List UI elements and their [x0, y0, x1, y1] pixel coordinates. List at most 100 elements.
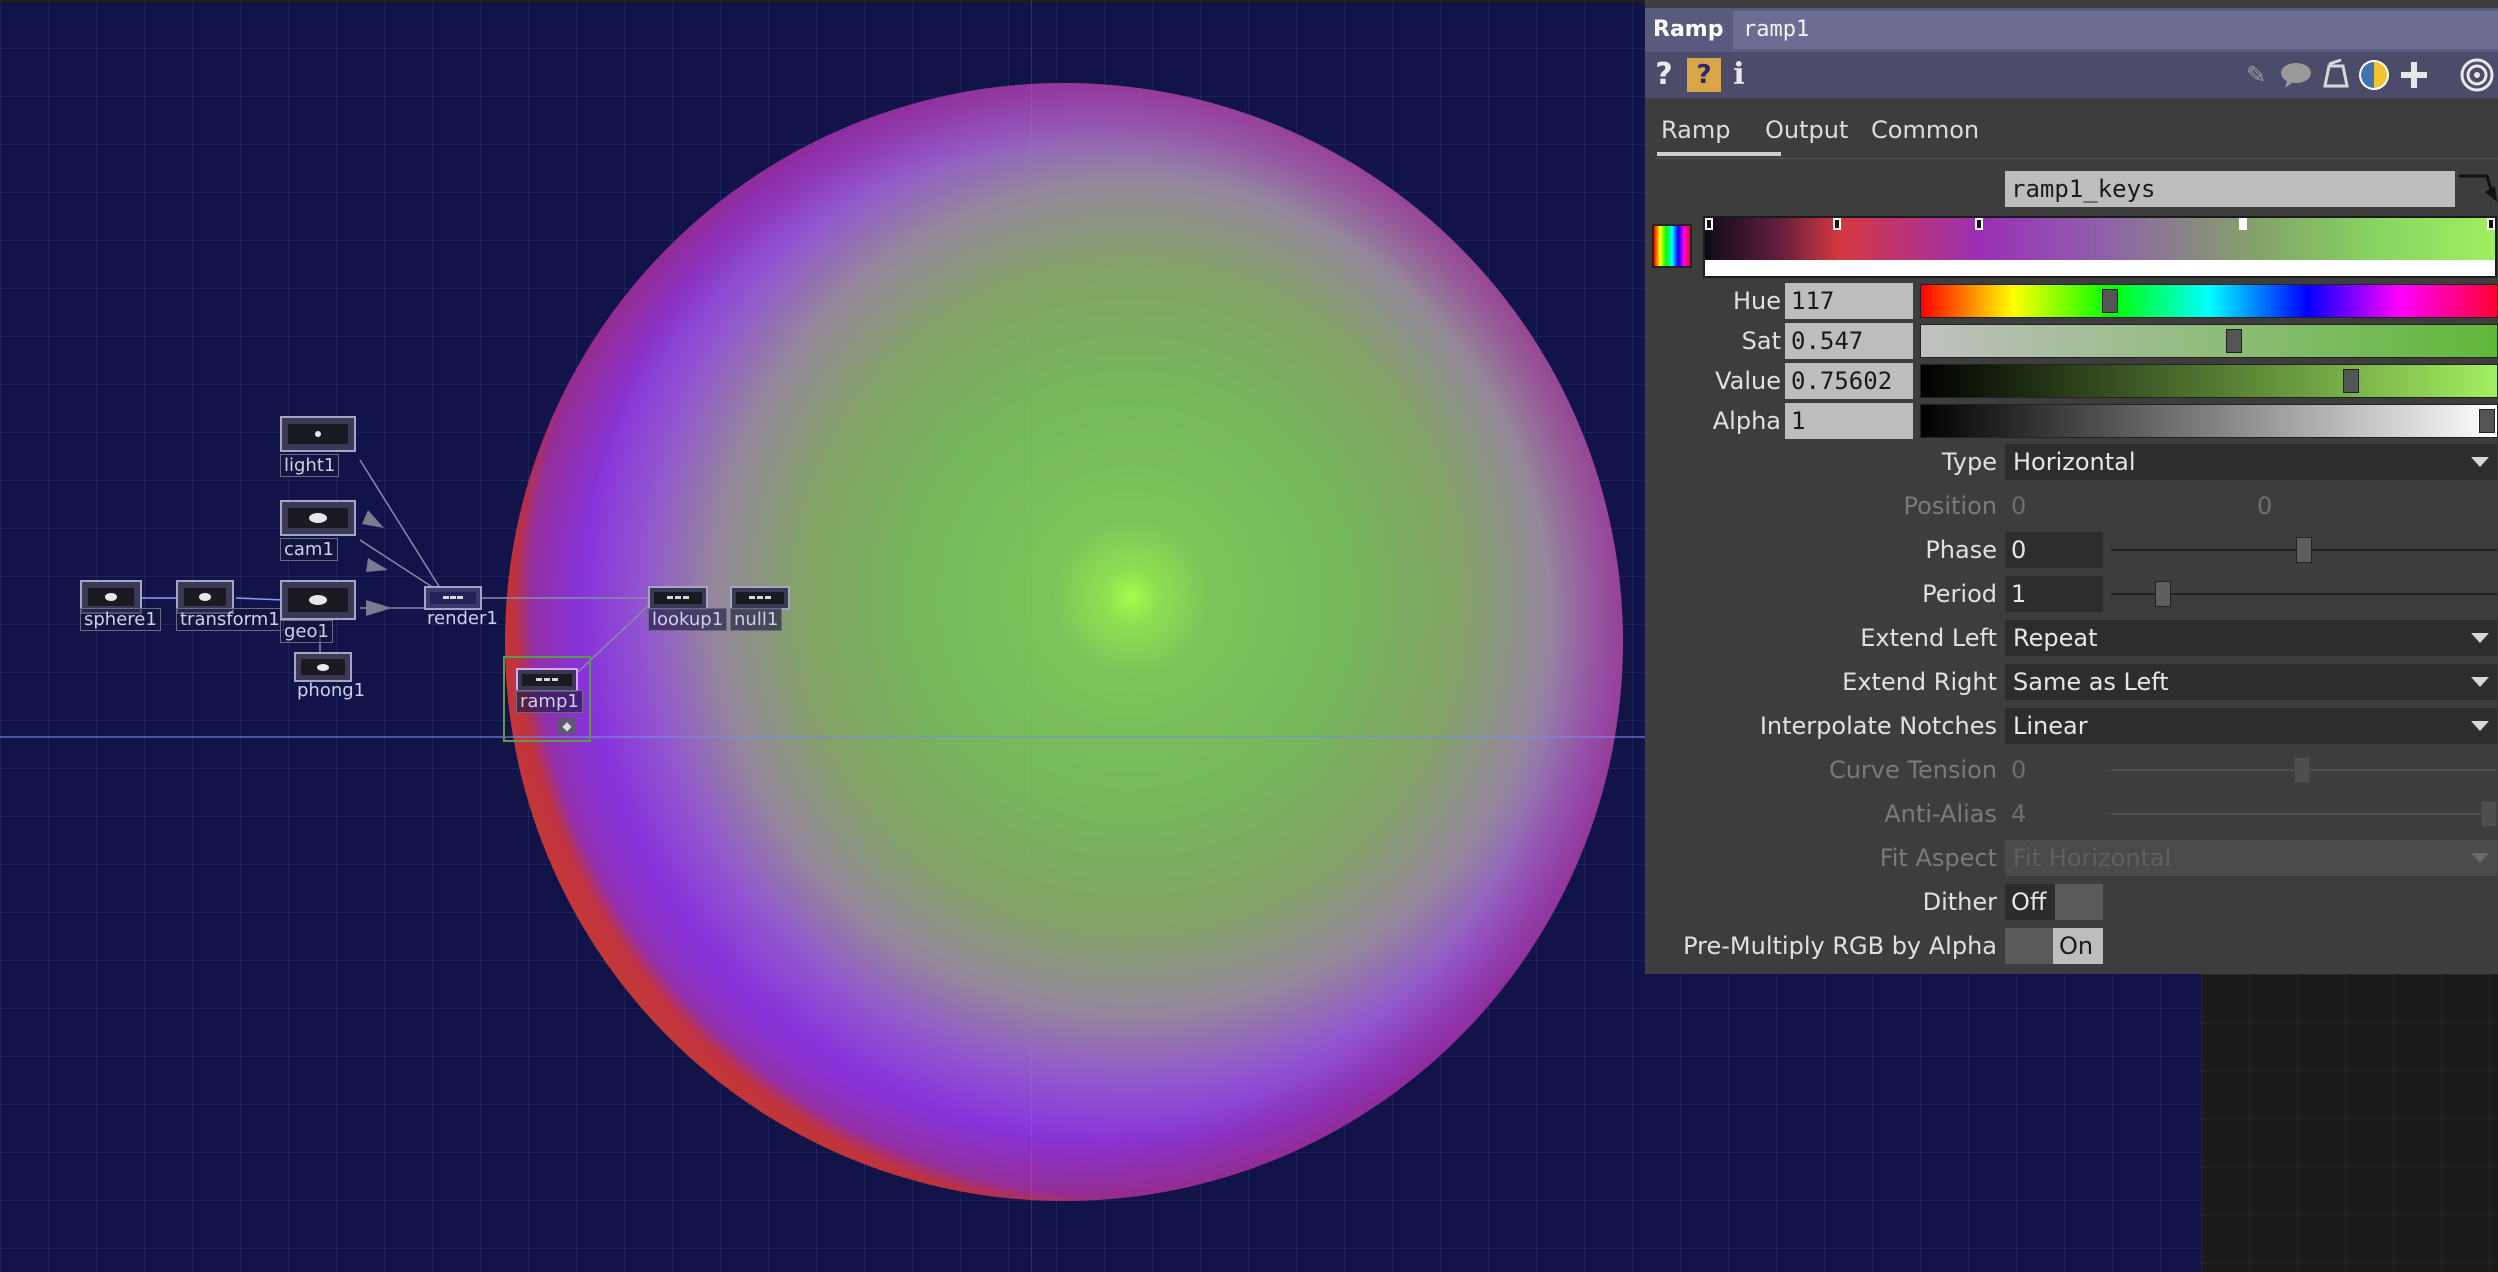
edit-icon[interactable]: ✎ — [2241, 58, 2271, 92]
node-geo1-box[interactable] — [280, 580, 356, 620]
dither-toggle[interactable]: Off — [2005, 884, 2103, 920]
hue-slider[interactable] — [1920, 284, 2498, 318]
anti-alias-slider-knob[interactable] — [2481, 801, 2497, 827]
tab-ramp[interactable]: Ramp — [1661, 104, 1730, 156]
node-light1-box[interactable] — [280, 416, 356, 452]
position-y-field[interactable]: 0 — [2251, 488, 2491, 524]
period-field[interactable]: 1 — [2005, 576, 2103, 612]
node-cam1-label: cam1 — [280, 538, 338, 561]
node-render1-thumbnail — [430, 592, 476, 604]
type-dropdown[interactable]: Horizontal — [2005, 444, 2497, 480]
value-field[interactable]: 0.75602 — [1785, 363, 1913, 399]
position-label: Position — [1903, 492, 1997, 520]
ramp-gradient-bar — [1705, 218, 2495, 260]
sat-slider[interactable] — [1920, 324, 2498, 358]
tab-output[interactable]: Output — [1765, 104, 1848, 156]
node-null1-box[interactable] — [730, 586, 790, 610]
comment-icon[interactable] — [2279, 58, 2313, 92]
network-origin-vertical-line — [1031, 0, 1032, 1272]
alpha-slider-knob[interactable] — [2479, 409, 2495, 433]
wire-arrow-cam1 — [366, 558, 388, 572]
node-geo1-thumbnail — [288, 588, 348, 612]
dat-drag-arrow-icon[interactable] — [2457, 172, 2497, 206]
node-render1-box[interactable] — [424, 586, 482, 610]
clone-icon[interactable] — [2319, 58, 2353, 92]
position-x-field[interactable]: 0 — [2005, 488, 2245, 524]
premultiply-label: Pre-Multiply RGB by Alpha — [1683, 932, 1997, 960]
viewer-icon[interactable] — [2459, 58, 2495, 92]
curve-tension-slider-knob[interactable] — [2294, 757, 2310, 783]
premultiply-toggle-nub — [2005, 928, 2053, 964]
type-label: Type — [1941, 448, 1997, 476]
node-ramp1-thumbnail — [522, 674, 572, 686]
extend-right-dropdown[interactable]: Same as Left — [2005, 664, 2497, 700]
interpolate-notches-value: Linear — [2013, 712, 2088, 740]
node-sphere1-label: sphere1 — [80, 608, 161, 631]
ramp-color-picker-icon[interactable] — [1652, 224, 1692, 268]
info-icon[interactable]: i — [1729, 58, 1749, 92]
node-sphere1-thumbnail — [88, 588, 134, 606]
node-null1-label: null1 — [730, 608, 783, 631]
interpolate-notches-dropdown[interactable]: Linear — [2005, 708, 2497, 744]
curve-tension-field[interactable]: 0 — [2005, 752, 2103, 788]
period-slider-knob[interactable] — [2155, 581, 2171, 607]
sat-slider-knob[interactable] — [2226, 329, 2242, 353]
panel-header: Ramp ramp1 — [1645, 8, 2498, 52]
add-icon[interactable] — [2397, 58, 2431, 92]
active-tab-underline — [1657, 152, 1781, 156]
ramp-notch-4-selected[interactable] — [2239, 218, 2247, 230]
hue-slider-knob[interactable] — [2102, 289, 2118, 313]
ramp-notch-2[interactable] — [1833, 218, 1841, 230]
node-cam1-thumbnail — [288, 508, 348, 528]
chevron-down-icon — [2471, 633, 2489, 643]
dither-label: Dither — [1922, 888, 1997, 916]
op-help-icon[interactable]: ? — [1687, 58, 1721, 92]
extend-right-label: Extend Right — [1842, 668, 1997, 696]
anti-alias-label: Anti-Alias — [1884, 800, 1997, 828]
parameter-panel: Ramp ramp1 ? ? i ✎ Ramp Output Common DA… — [1645, 0, 2498, 974]
hue-field[interactable]: 117 — [1785, 283, 1913, 319]
value-slider-knob[interactable] — [2343, 369, 2359, 393]
phase-slider-knob[interactable] — [2296, 537, 2312, 563]
extend-left-dropdown[interactable]: Repeat — [2005, 620, 2497, 656]
ramp-notch-1[interactable] — [1705, 218, 1713, 230]
node-light1-label: light1 — [280, 454, 340, 477]
ramp-notch-3[interactable] — [1975, 218, 1983, 230]
tab-common[interactable]: Common — [1871, 104, 1979, 156]
node-phong1-box[interactable] — [294, 652, 352, 682]
help-icon[interactable]: ? — [1651, 58, 1677, 92]
node-phong1-label: phong1 — [297, 680, 366, 701]
operator-name-field[interactable]: ramp1 — [1733, 11, 2498, 49]
alpha-slider[interactable] — [1920, 404, 2498, 438]
curve-tension-label: Curve Tension — [1828, 756, 1997, 784]
premultiply-toggle[interactable]: On — [2005, 928, 2103, 964]
ramp-notch-5[interactable] — [2487, 218, 2495, 230]
python-icon[interactable] — [2357, 58, 2391, 92]
node-lookup1-box[interactable] — [648, 586, 708, 610]
node-lookup1-label: lookup1 — [648, 608, 728, 631]
node-render1-label: render1 — [427, 608, 498, 629]
anti-alias-field[interactable]: 4 — [2005, 796, 2103, 832]
sat-field[interactable]: 0.547 — [1785, 323, 1913, 359]
value-slider[interactable] — [1920, 364, 2498, 398]
fit-aspect-dropdown[interactable]: Fit Horizontal — [2005, 840, 2497, 876]
node-cam1-box[interactable] — [280, 500, 356, 536]
node-light1-thumbnail — [288, 424, 348, 444]
value-label: Value — [1715, 367, 1781, 395]
chevron-down-icon — [2471, 677, 2489, 687]
anti-alias-slider-track[interactable] — [2111, 813, 2497, 815]
node-ramp1-box[interactable] — [516, 668, 578, 692]
wire-arrow-light1 — [362, 510, 384, 528]
wire-transform1-geo1 — [235, 597, 285, 601]
dat-field[interactable]: ramp1_keys — [2005, 171, 2455, 207]
ramp-editor[interactable] — [1703, 216, 2497, 278]
alpha-field[interactable]: 1 — [1785, 403, 1913, 439]
phase-label: Phase — [1925, 536, 1997, 564]
node-transform1-label: transform1 — [176, 608, 284, 631]
node-null1-thumbnail — [736, 592, 784, 604]
ramp1-viewer-flag-button[interactable]: ◆ — [558, 718, 576, 734]
phase-field[interactable]: 0 — [2005, 532, 2103, 568]
chevron-down-icon — [2471, 721, 2489, 731]
node-ramp1-label: ramp1 — [516, 690, 583, 713]
node-phong1-thumbnail — [301, 659, 345, 675]
